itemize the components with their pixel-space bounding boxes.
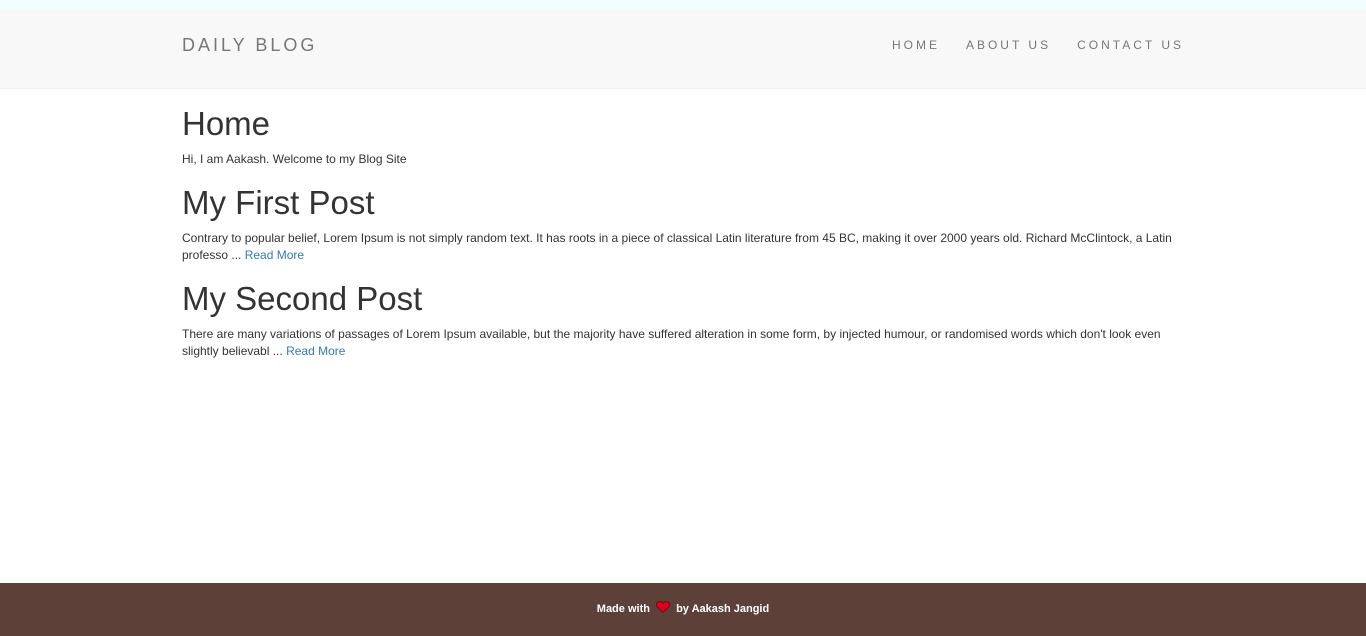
nav-item-home: HOME xyxy=(866,38,940,52)
nav-links: HOME ABOUT US CONTACT US xyxy=(866,38,1184,52)
read-more-link[interactable]: Read More xyxy=(286,344,345,358)
post-second: My Second Post There are many variations… xyxy=(182,280,1184,360)
footer: Made with by Aakash Jangid xyxy=(0,583,1366,636)
post-excerpt: Contrary to popular belief, Lorem Ipsum … xyxy=(182,230,1184,264)
nav-link-home[interactable]: HOME xyxy=(892,38,940,52)
intro-text: Hi, I am Aakash. Welcome to my Blog Site xyxy=(182,152,407,166)
post-excerpt: There are many variations of passages of… xyxy=(182,326,1184,360)
brand-link[interactable]: DAILY BLOG xyxy=(182,35,317,55)
page-title: Home xyxy=(182,105,271,142)
post-excerpt-text: Contrary to popular belief, Lorem Ipsum … xyxy=(182,231,1172,262)
heart-icon xyxy=(656,601,670,613)
navbar: DAILY BLOG HOME ABOUT US CONTACT US xyxy=(0,10,1366,89)
nav-link-about-us[interactable]: ABOUT US xyxy=(966,38,1051,52)
nav-item-contact: CONTACT US xyxy=(1051,38,1184,52)
read-more-link[interactable]: Read More xyxy=(245,248,304,262)
top-strip xyxy=(0,0,1366,10)
post-first: My First Post Contrary to popular belief… xyxy=(182,184,1184,264)
footer-made-with: Made with xyxy=(596,603,650,615)
nav-item-about: ABOUT US xyxy=(940,38,1051,52)
nav-link-contact-us[interactable]: CONTACT US xyxy=(1077,38,1184,52)
post-title: My First Post xyxy=(182,184,375,221)
post-title: My Second Post xyxy=(182,280,423,317)
footer-author: by Aakash Jangid xyxy=(676,603,770,615)
main-content: Home Hi, I am Aakash. Welcome to my Blog… xyxy=(182,89,1184,360)
